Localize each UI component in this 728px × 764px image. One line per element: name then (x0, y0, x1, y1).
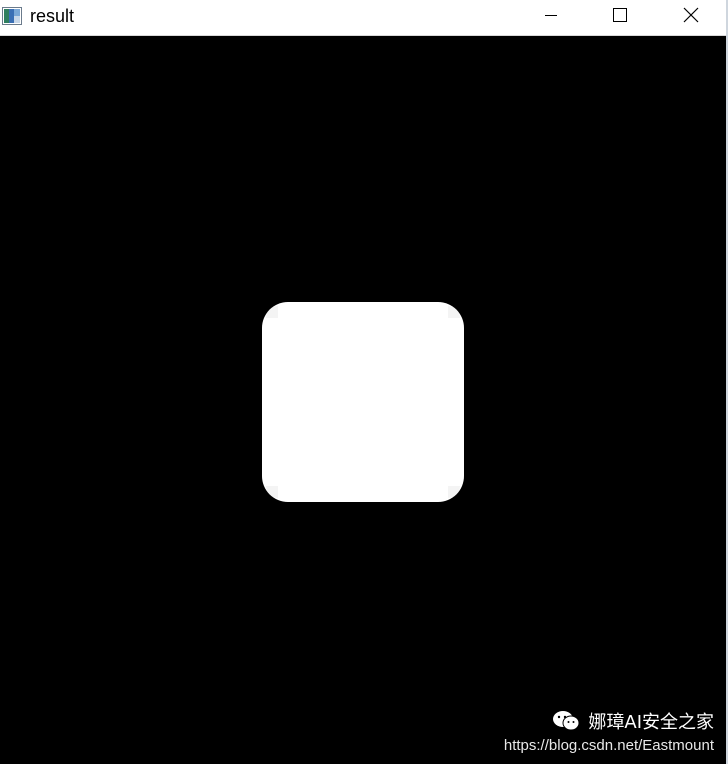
window-title: result (30, 6, 75, 26)
close-button[interactable] (668, 0, 714, 34)
watermark: 娜璋AI安全之家 https://blog.csdn.net/Eastmount (504, 708, 714, 754)
rounded-white-square (262, 302, 464, 502)
maximize-button[interactable] (597, 0, 643, 34)
watermark-url: https://blog.csdn.net/Eastmount (503, 737, 714, 754)
corner-antialias (266, 486, 278, 498)
maximize-icon (613, 7, 627, 27)
minimize-button[interactable] (528, 0, 574, 34)
watermark-brand-row: 娜璋AI安全之家 (504, 708, 714, 734)
corner-antialias (448, 306, 460, 318)
corner-antialias (266, 306, 278, 318)
close-icon (683, 7, 699, 28)
watermark-brand: 娜璋AI安全之家 (588, 712, 714, 733)
wechat-icon (552, 710, 580, 732)
image-window-icon (2, 7, 22, 25)
corner-antialias (448, 486, 460, 498)
image-canvas: 娜璋AI安全之家 https://blog.csdn.net/Eastmount (0, 36, 726, 764)
title-bar[interactable]: result (0, 0, 726, 36)
minimize-icon (544, 8, 558, 27)
result-window: result 娜璋AI安全之家 https://blog.csdn.net/Ea… (0, 0, 728, 764)
